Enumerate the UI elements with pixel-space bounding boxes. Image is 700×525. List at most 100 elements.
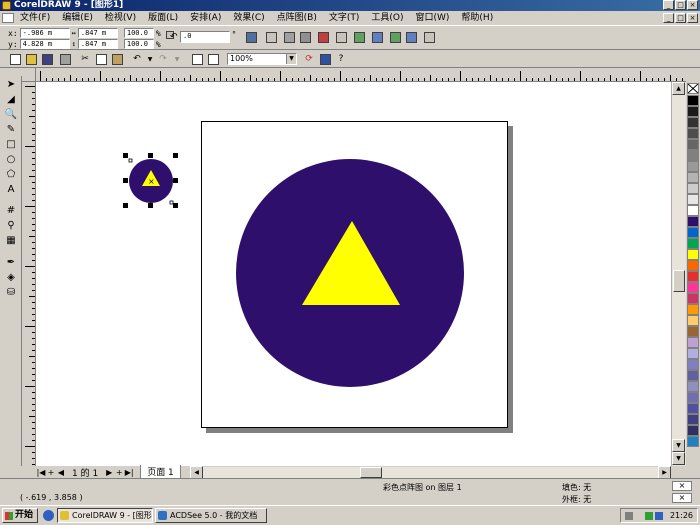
speaker-tray-icon[interactable] (655, 512, 663, 520)
start-button[interactable]: 开始 (2, 508, 38, 523)
keyboard-tray-icon[interactable] (625, 512, 633, 520)
task-coreldraw[interactable]: CorelDRAW 9 - [图形1] (57, 508, 153, 523)
network-tray-icon[interactable] (645, 512, 653, 520)
mirror-horizontal-icon[interactable] (244, 30, 258, 44)
palette-swatch[interactable] (687, 139, 699, 150)
palette-swatch[interactable] (687, 128, 699, 139)
ruler-corner[interactable] (22, 68, 36, 82)
task-acdsee[interactable]: ACDSee 5.0 - 我的文档 (155, 508, 267, 523)
palette-swatch[interactable] (687, 106, 699, 117)
height-field[interactable]: .847 m (77, 39, 118, 49)
menu-text[interactable]: 文字(T) (323, 11, 366, 25)
text-tool-icon[interactable]: A (4, 183, 18, 197)
wrap-icon[interactable] (282, 30, 296, 44)
palette-swatch[interactable] (687, 293, 699, 304)
coreldraw-app-icon[interactable] (2, 1, 11, 10)
align-left-icon[interactable] (352, 30, 366, 44)
transparency-tool-icon[interactable]: ▦ (4, 234, 18, 248)
convert-icon[interactable] (422, 30, 436, 44)
fill-tool-icon[interactable]: ◈ (4, 271, 18, 285)
y-position-field[interactable]: 4.828 m (19, 39, 70, 49)
zoom-tool-icon[interactable]: 🔍 (4, 108, 18, 122)
scale-y-field[interactable]: 100.0 (123, 39, 154, 49)
width-field[interactable]: .847 m (77, 28, 118, 38)
palette-swatch[interactable] (687, 403, 699, 414)
menu-layout[interactable]: 版面(L) (142, 11, 184, 25)
print-icon[interactable] (58, 52, 72, 66)
cut-icon[interactable]: ✂ (78, 52, 92, 66)
palette-swatch[interactable] (687, 216, 699, 227)
redo-dropdown-icon[interactable]: ▼ (170, 52, 184, 66)
first-page-icon[interactable]: |◀ (36, 468, 46, 477)
browser-quicklaunch-icon[interactable] (43, 510, 54, 521)
fill-swatch-icon[interactable]: ⨯ (672, 481, 692, 491)
drawing-canvas[interactable]: × (36, 82, 686, 466)
palette-swatch[interactable] (687, 315, 699, 326)
interactive-fill-icon[interactable]: # (4, 204, 18, 218)
palette-swatch[interactable] (687, 392, 699, 403)
document-icon[interactable] (2, 13, 14, 23)
no-color-swatch[interactable] (687, 83, 699, 94)
horizontal-ruler[interactable] (36, 68, 686, 82)
palette-swatch[interactable] (687, 436, 699, 447)
menu-edit[interactable]: 编辑(E) (56, 11, 99, 25)
export-icon[interactable] (206, 52, 220, 66)
align-justify-icon[interactable] (404, 30, 418, 44)
palette-swatch[interactable] (687, 249, 699, 260)
redo-icon[interactable]: ↷ (156, 52, 170, 66)
small-selected-graphic[interactable]: × (120, 150, 182, 212)
palette-swatch[interactable] (687, 95, 699, 106)
paint-bucket-icon[interactable]: ⛁ (4, 286, 18, 300)
outline-swatch-icon[interactable]: ⨯ (672, 493, 692, 503)
polygon-tool-icon[interactable]: ⬠ (4, 168, 18, 182)
palette-swatch[interactable] (687, 348, 699, 359)
palette-swatch[interactable] (687, 238, 699, 249)
zoom-level-select[interactable]: 100% ▼ (227, 53, 297, 65)
menu-window[interactable]: 窗口(W) (410, 11, 456, 25)
eyedropper-tool-icon[interactable]: ⚲ (4, 219, 18, 233)
add-page-after-icon[interactable]: + (114, 468, 124, 477)
last-page-icon[interactable]: ▶| (124, 468, 134, 477)
bitmap-edit-icon[interactable] (334, 30, 348, 44)
add-page-before-icon[interactable]: + (46, 468, 56, 477)
ellipse-tool-icon[interactable]: ○ (4, 153, 18, 167)
doc-restore-button[interactable]: □ (675, 13, 686, 23)
x-position-field[interactable]: -.986 m (19, 28, 70, 38)
palette-swatch[interactable] (687, 117, 699, 128)
doc-close-button[interactable]: × (687, 13, 698, 23)
maximize-button[interactable]: □ (675, 0, 686, 10)
scroll-down-button[interactable]: ▼ (672, 439, 685, 452)
menu-tools[interactable]: 工具(O) (365, 11, 409, 25)
next-page-icon[interactable]: ▶ (104, 468, 114, 477)
menu-view[interactable]: 检视(V) (99, 11, 142, 25)
bitmap-color-mask-icon[interactable] (316, 30, 330, 44)
menu-help[interactable]: 帮助(H) (455, 11, 499, 25)
vertical-scrollbar[interactable]: ▲ ▼ ▼ (671, 82, 686, 466)
undo-icon[interactable]: ↶ (130, 52, 144, 66)
palette-swatch[interactable] (687, 304, 699, 315)
corel-online-icon[interactable] (318, 52, 332, 66)
menu-effects[interactable]: 效果(C) (227, 11, 270, 25)
palette-swatch[interactable] (687, 359, 699, 370)
whats-this-help-icon[interactable]: ? (334, 52, 348, 66)
pick-tool-icon[interactable]: ➤ (4, 78, 18, 92)
scale-x-field[interactable]: 100.0 (123, 28, 154, 38)
palette-swatch[interactable] (687, 425, 699, 436)
import-icon[interactable] (190, 52, 204, 66)
application-launcher-icon[interactable]: ⟳ (302, 52, 316, 66)
palette-swatch[interactable] (687, 381, 699, 392)
shape-tool-icon[interactable]: ◢ (4, 93, 18, 107)
rectangle-tool-icon[interactable]: □ (4, 138, 18, 152)
palette-swatch[interactable] (687, 194, 699, 205)
freehand-tool-icon[interactable]: ✎ (4, 123, 18, 137)
menu-file[interactable]: 文件(F) (14, 11, 56, 25)
palette-swatch[interactable] (687, 282, 699, 293)
horizontal-scroll-thumb[interactable] (360, 467, 382, 478)
palette-swatch[interactable] (687, 271, 699, 282)
new-file-icon[interactable] (8, 52, 22, 66)
palette-swatch[interactable] (687, 172, 699, 183)
chevron-down-icon[interactable]: ▼ (286, 54, 296, 64)
menu-arrange[interactable]: 安排(A) (184, 11, 227, 25)
copy-icon[interactable] (94, 52, 108, 66)
page-down-button[interactable]: ▼ (672, 452, 685, 465)
